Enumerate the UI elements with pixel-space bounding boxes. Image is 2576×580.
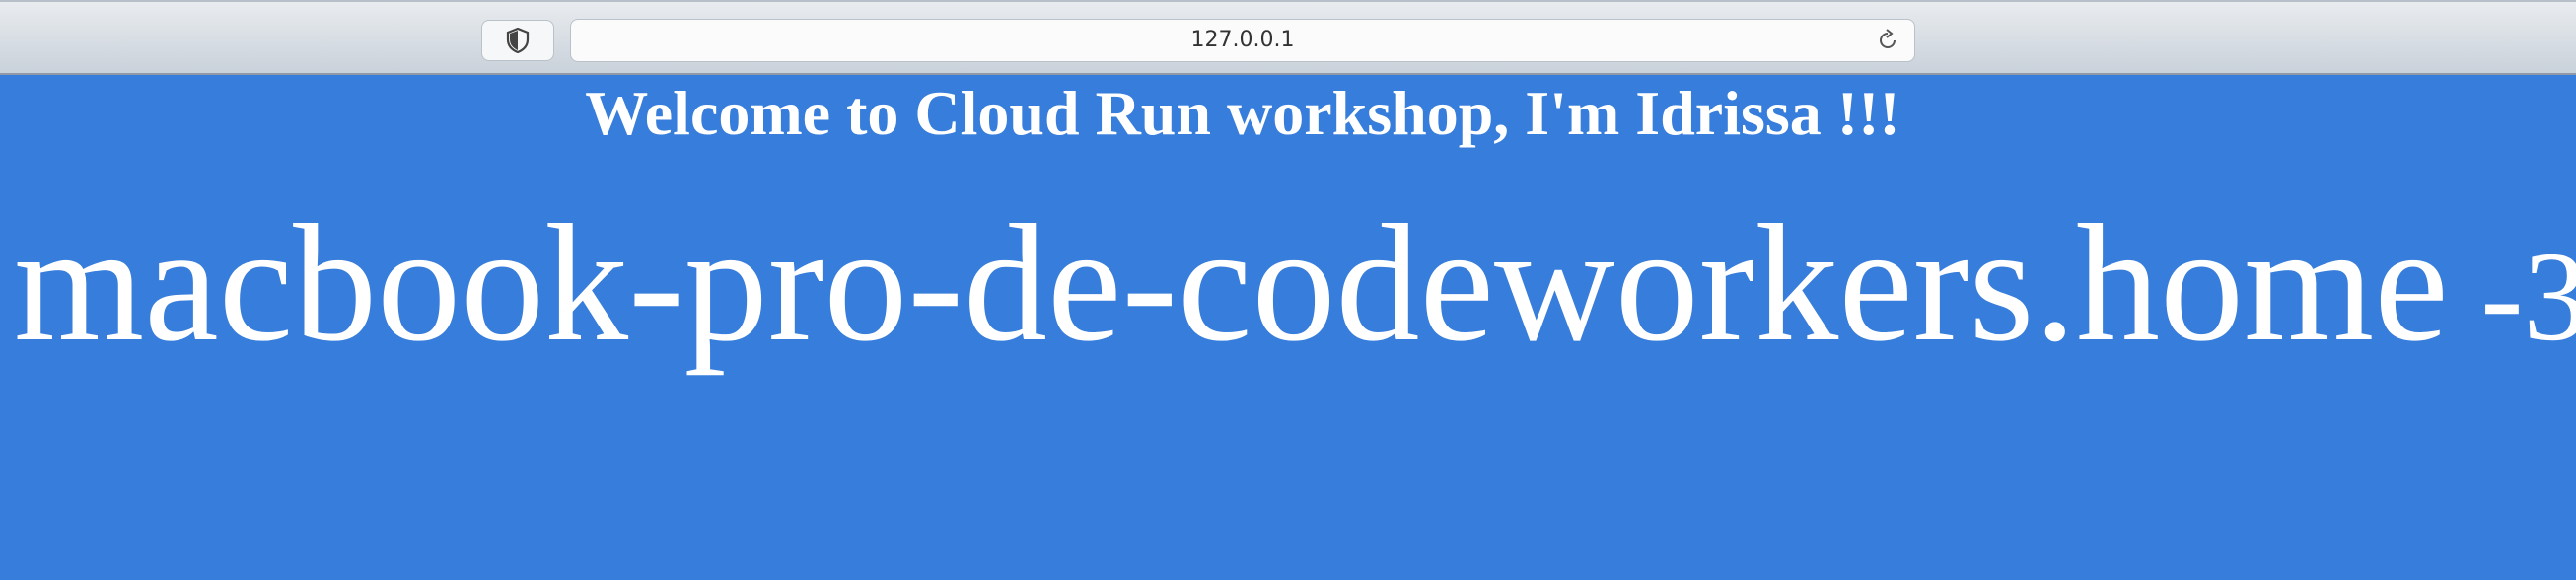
hostname-display: macbook-pro-de-codeworkers.home -3 <box>14 199 2576 367</box>
shield-icon <box>506 28 530 53</box>
reload-icon[interactable] <box>1875 28 1900 53</box>
browser-toolbar: 127.0.0.1 <box>0 0 2576 75</box>
hostname-text: macbook-pro-de-codeworkers.home <box>14 190 2449 376</box>
url-text: 127.0.0.1 <box>1190 28 1295 52</box>
page-content: Welcome to Cloud Run workshop, I'm Idris… <box>0 75 2576 580</box>
address-bar[interactable]: 127.0.0.1 <box>570 19 1915 62</box>
instance-suffix: -3 <box>2448 226 2576 368</box>
privacy-report-button[interactable] <box>481 20 554 61</box>
welcome-heading: Welcome to Cloud Run workshop, I'm Idris… <box>585 78 1900 148</box>
